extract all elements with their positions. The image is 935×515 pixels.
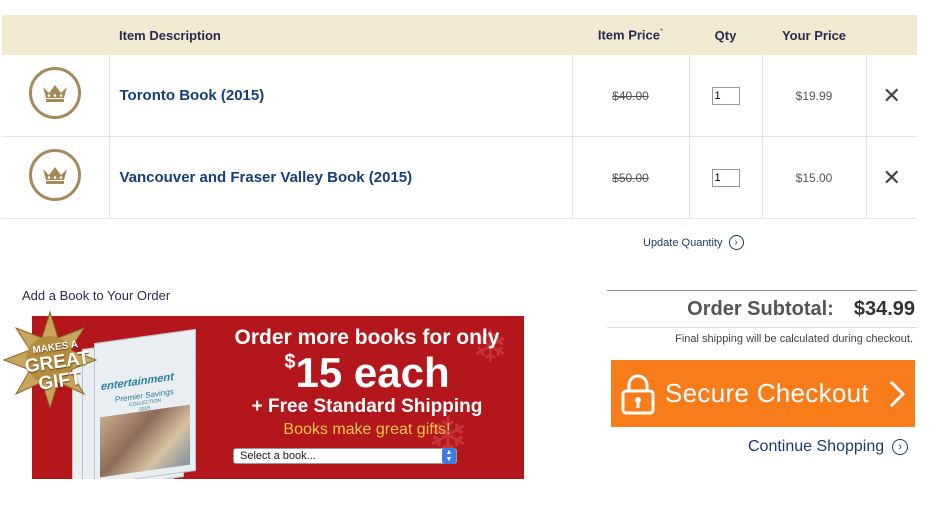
item-your-price: $19.99 [761,55,866,137]
book-cover: entertainment Premier Savings COLLECTION… [94,328,196,479]
subtotal-value: $34.99 [853,297,915,320]
secure-checkout-button[interactable]: Secure Checkout [611,360,915,427]
close-icon[interactable]: ✕ [883,165,901,190]
cart-row: Vancouver and Fraser Valley Book (2015) … [2,136,917,219]
item-icon-cell [2,136,109,219]
promo-banner: ❄ ❄ ❄ entertainment Premier Savings COLL… [32,316,524,479]
header-item-price-mark: * [660,27,664,37]
item-icon-cell [2,55,109,137]
quantity-input[interactable] [711,169,740,187]
subtotal-label: Order Subtotal: [687,297,834,320]
gift-badge: MAKES A GREAT GIFT [0,310,100,420]
item-original-price: $50.00 [571,136,689,219]
add-book-heading: Add a Book to Your Order [22,288,171,303]
order-subtotal: Order Subtotal: $34.99 [607,290,917,328]
remove-item-button[interactable]: ✕ [865,55,917,137]
header-qty: Qty [689,15,762,55]
item-your-price: $15.00 [761,136,866,219]
crown-icon [29,67,82,119]
promo-price-text: 15 each [295,349,450,396]
promo-text-block: Order more books for only $15 each + Fre… [212,326,522,439]
remove-item-button[interactable]: ✕ [865,136,917,219]
header-your-price: Your Price [762,15,866,55]
secure-checkout-label[interactable]: Secure Checkout [665,378,869,409]
item-qty-cell [688,55,762,137]
promo-headline: Order more books for only [234,326,500,349]
quantity-input[interactable] [711,87,740,105]
chevron-right-icon[interactable] [889,380,905,408]
header-remove-cell [866,15,917,55]
continue-shopping-label[interactable]: Continue Shopping [748,438,884,456]
item-title-link[interactable]: Vancouver and Fraser Valley Book (2015) [108,136,572,219]
update-quantity-link[interactable]: Update Quantity › [643,235,744,250]
promo-gift-text: Books make great gifts! [283,421,451,438]
cart-row: Toronto Book (2015) $40.00 $19.99 ✕ [2,55,917,137]
lock-icon[interactable] [621,373,655,415]
cart-header-row: Item Description Item Price* Qty Your Pr… [2,15,917,55]
crown-icon [29,149,82,201]
header-icon-cell [2,15,109,55]
item-title-link[interactable]: Toronto Book (2015) [108,55,572,137]
book-select-value[interactable]: Select a book... [240,450,316,462]
item-original-price: $40.00 [571,55,689,137]
promo-price: $15 each [212,352,522,394]
update-quantity-label[interactable]: Update Quantity [643,237,723,249]
header-item-price: Item Price* [572,15,689,55]
header-item-description: Item Description [109,15,572,55]
chevron-right-circle-icon[interactable]: › [728,235,744,250]
continue-shopping-link[interactable]: Continue Shopping › [748,438,909,456]
header-item-price-label: Item Price [597,27,661,43]
close-icon[interactable]: ✕ [883,83,901,108]
chevron-right-circle-icon[interactable]: › [892,439,909,455]
cart-table: Item Description Item Price* Qty Your Pr… [2,15,917,219]
item-qty-cell [688,136,762,219]
chevron-up-down-icon[interactable]: ▲ ▼ [442,448,456,464]
book-cover-photo [100,404,190,478]
shipping-note: Final shipping will be calculated during… [675,333,913,345]
book-select-dropdown[interactable]: Select a book... ▲ ▼ [233,448,457,464]
promo-price-symbol: $ [284,351,296,373]
promo-shipping-text: + Free Standard Shipping [251,396,483,417]
